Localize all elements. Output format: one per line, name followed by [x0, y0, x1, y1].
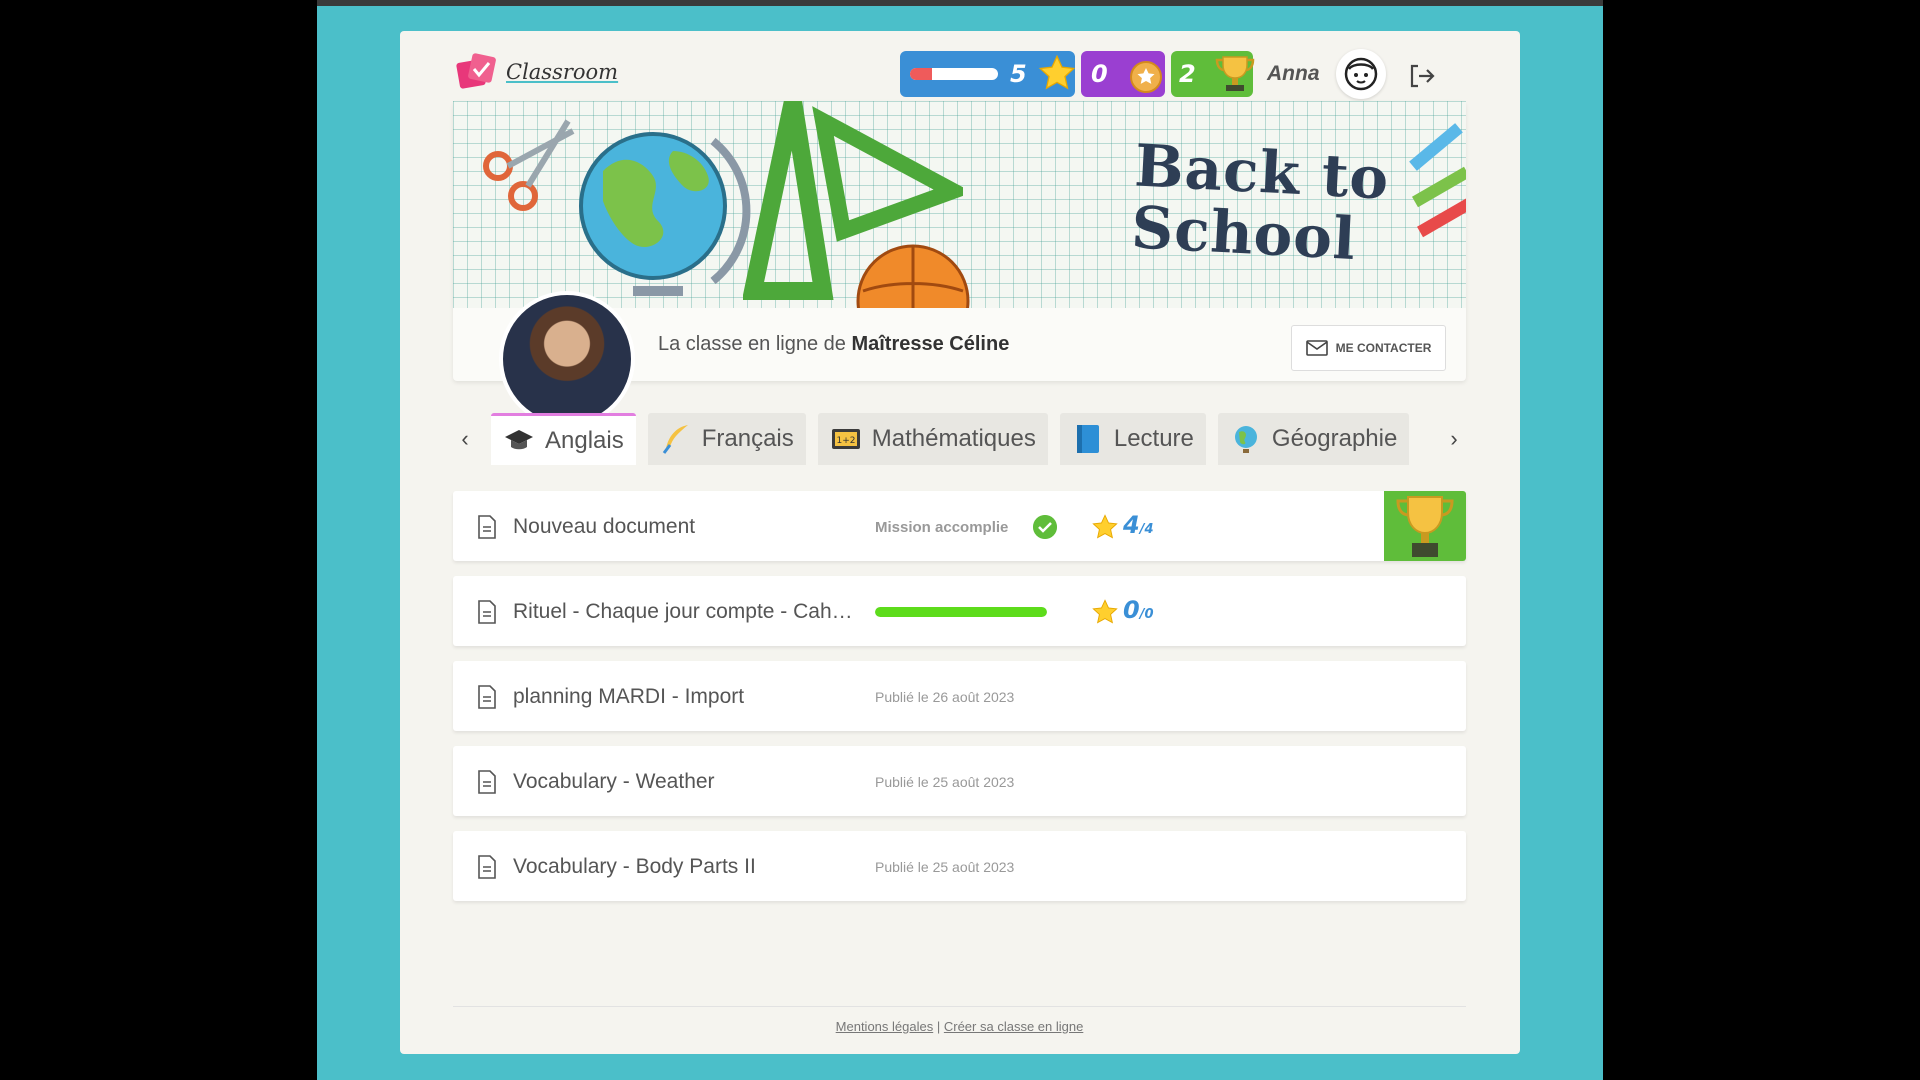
document-progress-fill: [875, 607, 1047, 617]
score-value: 4: [1123, 511, 1140, 539]
medals-badge[interactable]: 0: [1081, 51, 1165, 97]
mission-status: Mission accomplie: [875, 519, 1009, 536]
trophies-count: 2: [1179, 60, 1196, 88]
banner-title-line2: School: [1129, 193, 1358, 274]
medal-icon: [1130, 61, 1162, 93]
score: 4/4: [1123, 511, 1154, 539]
document-icon: [478, 855, 496, 879]
document-icon: [478, 600, 496, 624]
medals-count: 0: [1091, 60, 1108, 88]
class-owner-text: La classe en ligne de Maîtresse Céline: [658, 333, 1009, 356]
score-value: 0: [1123, 596, 1140, 624]
svg-text:1+2: 1+2: [836, 436, 855, 446]
tabs-prev-arrow[interactable]: ‹: [453, 421, 477, 457]
calculator-icon: 1+2: [831, 429, 860, 449]
star-icon: [1038, 54, 1076, 90]
book-icon: [1076, 425, 1099, 453]
user-stats: 5 0 2 Anna: [900, 49, 1386, 99]
score-max: /0: [1139, 607, 1154, 622]
envelope-icon: [1305, 340, 1328, 356]
logo-icon: [456, 53, 496, 89]
globe-icon: [1234, 426, 1257, 453]
tab-label: Anglais: [545, 426, 624, 454]
document-icon: [478, 685, 496, 709]
subject-tabs: ‹ Anglais Français 1+2 Mathématiques Lec…: [453, 413, 1466, 465]
tab-label: Mathématiques: [871, 425, 1036, 452]
xp-level-badge[interactable]: 5: [900, 51, 1076, 97]
publish-date: Publié le 25 août 2023: [875, 859, 1015, 875]
star-icon: [1092, 514, 1118, 539]
xp-progress-fill: [910, 68, 932, 80]
tab-francais[interactable]: Français: [647, 413, 806, 465]
trophies-badge[interactable]: 2: [1171, 51, 1255, 97]
tabs-list: Anglais Français 1+2 Mathématiques Lectu…: [491, 413, 1429, 465]
tab-anglais[interactable]: Anglais: [491, 413, 636, 465]
checkmark-icon: [1033, 515, 1057, 539]
score-max: /4: [1139, 522, 1154, 537]
tab-geographie[interactable]: Géographie: [1217, 413, 1410, 465]
document-title: Vocabulary - Body Parts II: [513, 855, 756, 878]
teacher-name: Maîtresse Céline: [851, 333, 1010, 355]
logout-icon[interactable]: [1406, 61, 1436, 91]
globe-illustration: [579, 132, 751, 296]
logo-text: Classroom: [506, 60, 619, 84]
publish-date: Publié le 26 août 2023: [875, 689, 1015, 705]
tab-lecture[interactable]: Lecture: [1059, 413, 1206, 465]
document-row[interactable]: planning MARDI - Import Publié le 26 aoû…: [453, 661, 1466, 731]
contact-button[interactable]: ME CONTACTER: [1291, 325, 1446, 371]
create-class-link[interactable]: Créer sa classe en ligne: [944, 1019, 1083, 1034]
graduation-cap-icon: [505, 429, 533, 449]
document-title: Nouveau document: [513, 515, 696, 538]
username[interactable]: Anna: [1267, 62, 1320, 86]
scissors-illustration: [483, 119, 575, 211]
document-row[interactable]: Nouveau document Mission accomplie 4/4: [453, 491, 1466, 561]
tab-label: Français: [701, 425, 794, 452]
teacher-profile-card: Back to School La classe en ligne de Maî…: [453, 101, 1466, 427]
main-card: Classroom 5 0 2 Anna Back to School La c…: [400, 31, 1520, 1054]
document-icon: [478, 515, 496, 539]
document-progress-bar: [875, 607, 1047, 617]
document-row[interactable]: Vocabulary - Weather Publié le 25 août 2…: [453, 746, 1466, 816]
publish-date: Publié le 25 août 2023: [875, 774, 1015, 790]
footer-separator: |: [936, 1019, 941, 1034]
tab-label: Géographie: [1271, 425, 1398, 452]
pencils-illustration: [1409, 123, 1466, 238]
level-count: 5: [1010, 60, 1027, 88]
tab-label: Lecture: [1113, 425, 1194, 452]
trophy-icon: [1215, 56, 1255, 91]
app-logo[interactable]: Classroom: [456, 53, 618, 91]
banner-title: Back to School: [1129, 131, 1391, 274]
document-title: Vocabulary - Weather: [513, 770, 715, 793]
class-owner-prefix: La classe en ligne de: [658, 333, 852, 355]
document-row[interactable]: Vocabulary - Body Parts II Publié le 25 …: [453, 831, 1466, 901]
back-to-school-banner: Back to School: [453, 101, 1466, 308]
user-avatar[interactable]: [1335, 49, 1386, 99]
tabs-next-arrow[interactable]: ›: [1442, 421, 1466, 457]
quill-icon: [662, 425, 688, 454]
document-title: planning MARDI - Import: [513, 685, 745, 708]
tab-mathematiques[interactable]: 1+2 Mathématiques: [817, 413, 1048, 465]
document-list: Nouveau document Mission accomplie 4/4 R…: [453, 491, 1466, 916]
xp-progress-bar: [910, 68, 998, 80]
trophy-badge: [1384, 491, 1466, 561]
document-title: Rituel - Chaque jour compte - Cahier: [513, 600, 853, 623]
document-row[interactable]: Rituel - Chaque jour compte - Cahier 0/0: [453, 576, 1466, 646]
page-background: Classroom 5 0 2 Anna Back to School La c…: [317, 0, 1603, 1080]
star-icon: [1092, 599, 1118, 624]
score: 0/0: [1123, 596, 1154, 624]
document-icon: [478, 770, 496, 794]
contact-button-label: ME CONTACTER: [1335, 341, 1432, 355]
avatar-face-icon: [1344, 57, 1377, 91]
trophy-icon: [1396, 496, 1454, 557]
legal-notice-link[interactable]: Mentions légales: [836, 1019, 934, 1034]
basketball-illustration: [856, 244, 970, 308]
footer: Mentions légales | Créer sa classe en li…: [453, 1006, 1466, 1034]
teacher-avatar: [499, 291, 635, 427]
